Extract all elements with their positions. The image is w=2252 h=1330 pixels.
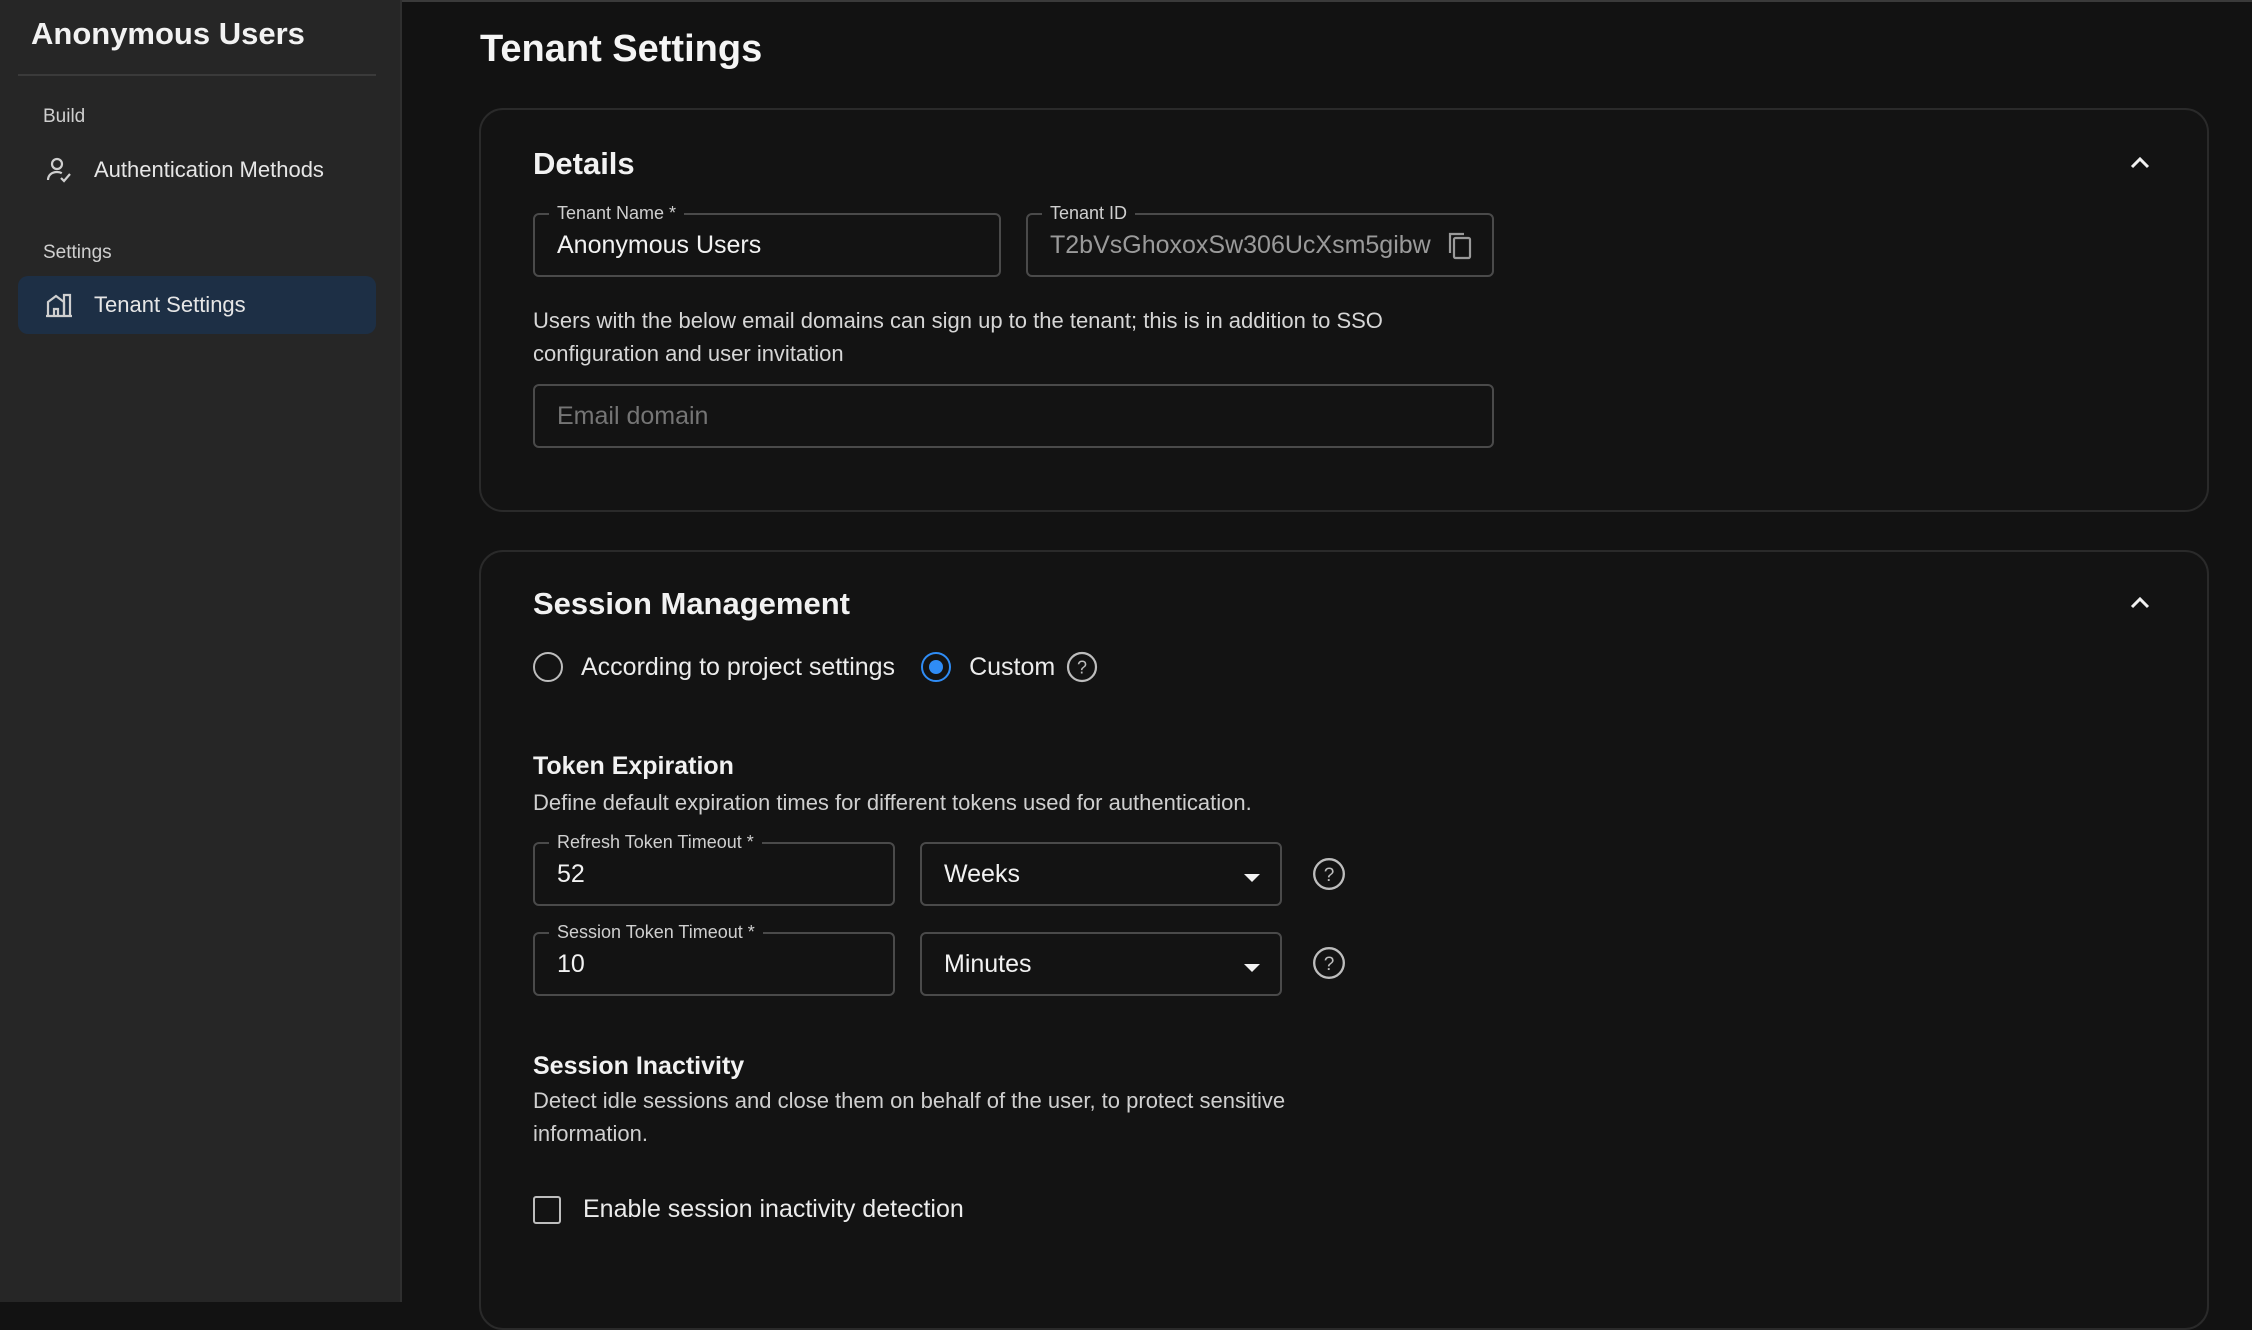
session-token-unit-value: Minutes xyxy=(944,949,1032,978)
sidebar-item-authentication-methods[interactable]: Authentication Methods xyxy=(18,141,376,199)
sidebar-section-build: Build xyxy=(43,106,86,127)
collapse-session-button[interactable] xyxy=(2123,586,2157,620)
caret-down-icon xyxy=(1244,964,1260,972)
svg-text:?: ? xyxy=(1324,865,1335,886)
sidebar-item-label: Tenant Settings xyxy=(94,292,246,317)
svg-text:?: ? xyxy=(1324,954,1335,975)
refresh-token-unit-select[interactable]: Weeks xyxy=(920,842,1282,906)
radio-custom-label[interactable]: Custom xyxy=(969,653,1055,682)
session-mode-radio-group: According to project settings Custom ? xyxy=(533,650,1099,684)
email-domain-input[interactable] xyxy=(557,386,1434,446)
sidebar-title: Anonymous Users xyxy=(31,16,305,51)
session-inactivity-title: Session Inactivity xyxy=(533,1052,745,1080)
sidebar-divider xyxy=(18,74,376,76)
tenant-name-input[interactable] xyxy=(557,215,941,275)
chevron-up-icon xyxy=(2130,596,2150,609)
chevron-up-icon xyxy=(2130,156,2150,169)
user-check-icon xyxy=(44,155,74,185)
session-inactivity-description: Detect idle sessions and close them on b… xyxy=(533,1088,1286,1146)
token-expiration-title: Token Expiration xyxy=(533,752,734,780)
radio-project-settings[interactable] xyxy=(533,652,563,682)
session-management-card: Session Management According to project … xyxy=(479,550,2209,1330)
help-icon[interactable]: ? xyxy=(1065,650,1099,684)
refresh-token-help-icon[interactable]: ? xyxy=(1311,856,1347,892)
refresh-token-unit-value: Weeks xyxy=(944,859,1020,888)
refresh-token-timeout-field[interactable]: Refresh Token Timeout * xyxy=(533,830,895,906)
session-token-unit-select[interactable]: Minutes xyxy=(920,932,1282,996)
sidebar-item-tenant-settings[interactable]: Tenant Settings xyxy=(18,276,376,334)
building-icon xyxy=(44,290,74,320)
tenant-id-field: Tenant ID T2bVsGhoxoxSw306UcXsm5gibw xyxy=(1026,201,1494,277)
session-inactivity-checkbox[interactable] xyxy=(533,1196,561,1224)
collapse-details-button[interactable] xyxy=(2123,146,2157,180)
details-card: Details Tenant Name * Tenant ID T2bVsGho… xyxy=(479,108,2209,512)
caret-down-icon xyxy=(1244,874,1260,882)
email-domain-help: Users with the below email domains can s… xyxy=(533,308,1383,366)
email-domain-field[interactable] xyxy=(533,384,1494,448)
radio-custom[interactable] xyxy=(921,652,952,682)
radio-project-settings-label[interactable]: According to project settings xyxy=(581,653,895,682)
svg-text:?: ? xyxy=(1077,658,1087,678)
refresh-token-timeout-input[interactable] xyxy=(557,844,835,904)
session-token-timeout-input[interactable] xyxy=(557,934,835,994)
tenant-name-field[interactable]: Tenant Name * xyxy=(533,201,1001,277)
page-title: Tenant Settings xyxy=(480,28,763,70)
sidebar-item-label: Authentication Methods xyxy=(94,157,324,182)
session-management-title: Session Management xyxy=(533,586,850,621)
details-title: Details xyxy=(533,146,635,181)
session-inactivity-checkbox-label[interactable]: Enable session inactivity detection xyxy=(583,1195,964,1224)
session-token-timeout-field[interactable]: Session Token Timeout * xyxy=(533,920,895,996)
copy-icon[interactable] xyxy=(1446,231,1476,263)
sidebar: Anonymous Users Build Authentication Met… xyxy=(0,0,402,1302)
session-token-help-icon[interactable]: ? xyxy=(1311,945,1347,981)
tenant-id-value: T2bVsGhoxoxSw306UcXsm5gibw xyxy=(1050,230,1431,259)
sidebar-section-settings: Settings xyxy=(43,242,112,263)
token-expiration-description: Define default expiration times for diff… xyxy=(533,790,1252,815)
